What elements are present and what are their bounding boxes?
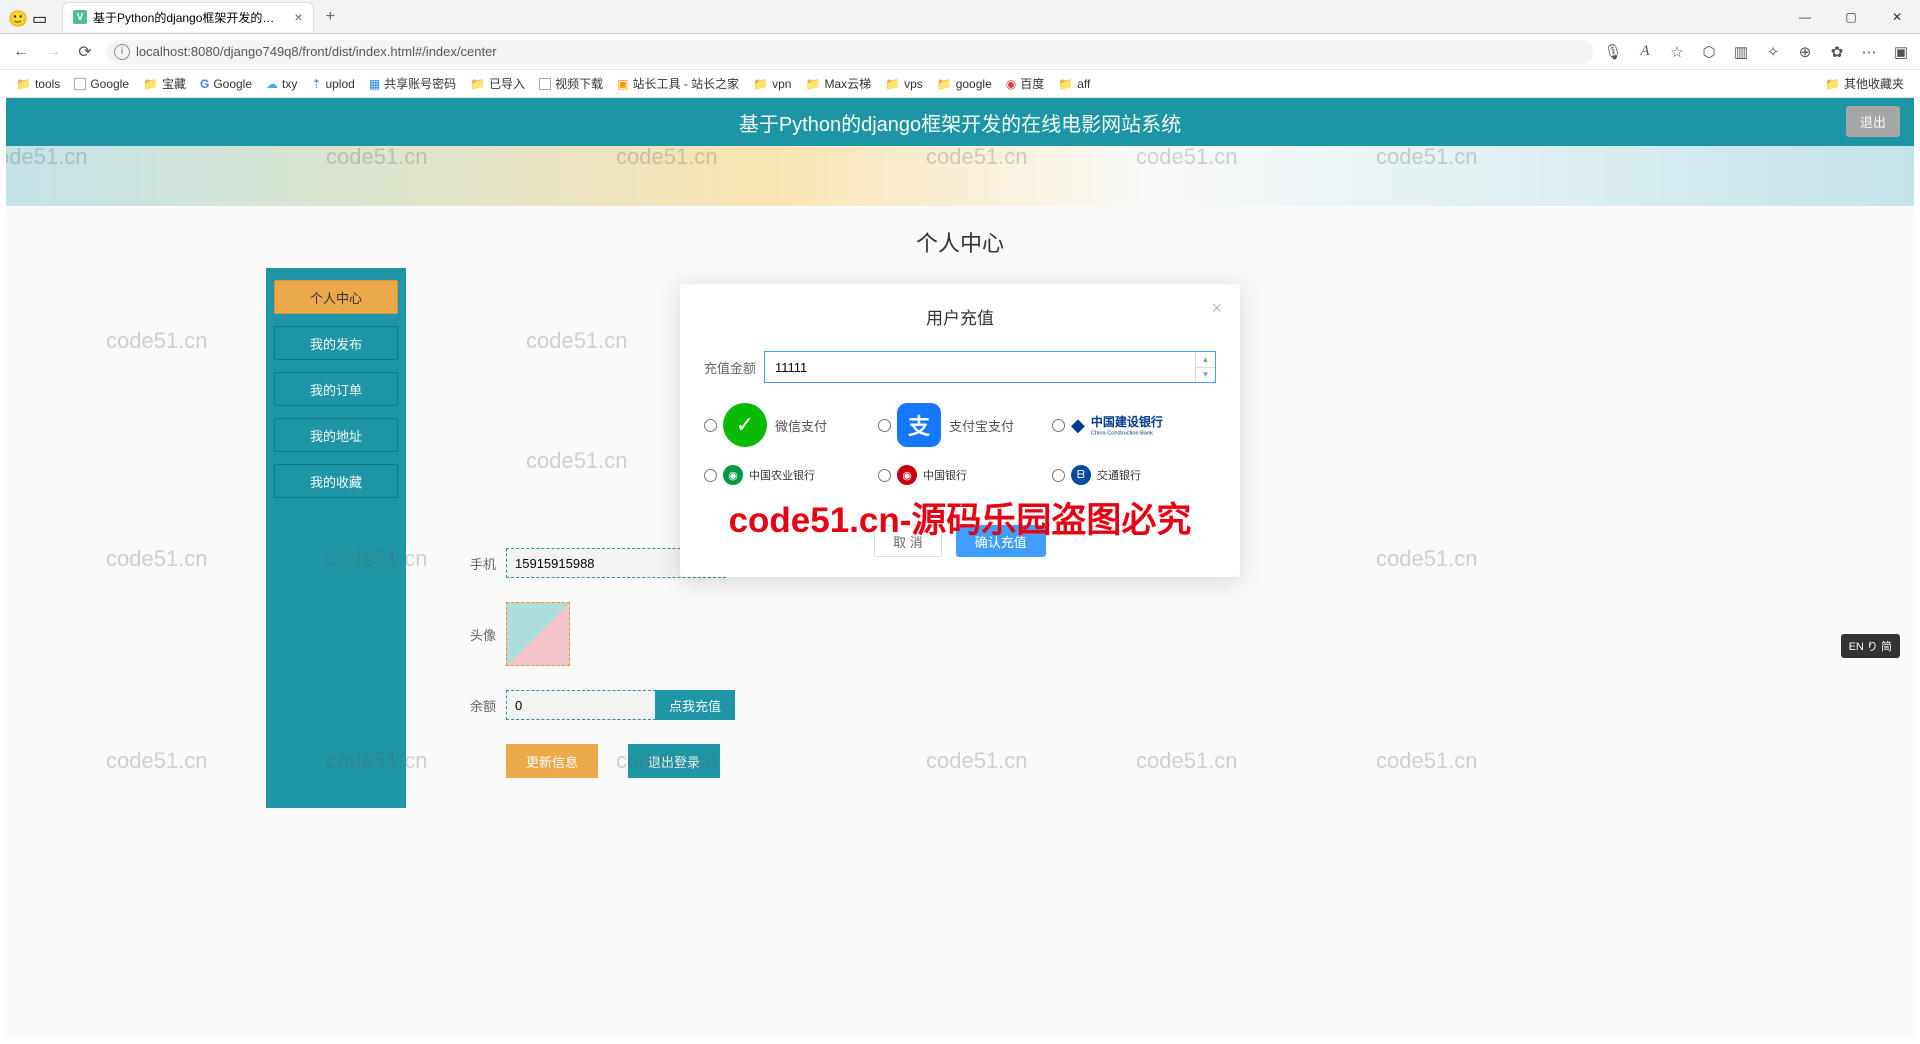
folder-icon: 📁 bbox=[1825, 77, 1840, 91]
bookmark-item[interactable]: 📁宝藏 bbox=[137, 73, 192, 94]
text-a-icon[interactable]: A bbox=[1636, 43, 1654, 61]
comm-icon: ᗷ bbox=[1071, 465, 1091, 485]
alipay-icon: 支 bbox=[897, 403, 941, 447]
payment-options: ✓ 微信支付 支 支付宝支付 ◆ 中国建设银行 China Constructi… bbox=[704, 403, 1216, 485]
tabs-icon[interactable]: ▭ bbox=[32, 9, 48, 25]
read-aloud-icon[interactable]: 🎙 bbox=[1604, 43, 1622, 61]
extension1-icon[interactable]: ⬡ bbox=[1700, 43, 1718, 61]
extension2-icon[interactable]: ✧ bbox=[1764, 43, 1782, 61]
boc-label: 中国银行 bbox=[923, 467, 967, 483]
folder-icon: 📁 bbox=[16, 77, 31, 91]
radio-wechat[interactable] bbox=[704, 419, 717, 432]
modal-title-text: 用户充值 bbox=[926, 309, 994, 328]
pay-option-alipay[interactable]: 支 支付宝支付 bbox=[878, 403, 1042, 447]
sidebar-icon[interactable]: ▣ bbox=[1892, 43, 1910, 61]
ime-badge[interactable]: EN り 简 bbox=[1841, 634, 1900, 658]
radio-ccb[interactable] bbox=[1052, 419, 1065, 432]
modal-close-icon[interactable]: × bbox=[1211, 298, 1222, 319]
folder-icon: 📁 bbox=[1058, 77, 1073, 91]
amount-down-icon[interactable]: ▼ bbox=[1195, 368, 1215, 383]
page-icon bbox=[539, 78, 551, 90]
bookmark-item[interactable]: 📁Max云梯 bbox=[799, 73, 877, 94]
back-button[interactable]: ← bbox=[10, 41, 32, 63]
radio-alipay[interactable] bbox=[878, 419, 891, 432]
folder-icon: 📁 bbox=[937, 77, 952, 91]
address-bar: ← → ⟳ i localhost:8080/django749q8/front… bbox=[0, 34, 1920, 70]
browser-tab[interactable]: V 基于Python的django框架开发的… × bbox=[62, 2, 314, 32]
site-info-icon[interactable]: i bbox=[114, 44, 130, 60]
radio-abc[interactable] bbox=[704, 469, 717, 482]
collections-icon[interactable]: ▥ bbox=[1732, 43, 1750, 61]
abc-icon: ◉ bbox=[723, 465, 743, 485]
abc-label: 中国农业银行 bbox=[749, 467, 815, 483]
url-field[interactable]: i localhost:8080/django749q8/front/dist/… bbox=[106, 40, 1594, 64]
bookmark-item[interactable]: 📁已导入 bbox=[464, 73, 531, 94]
tab-title: 基于Python的django框架开发的… bbox=[93, 9, 274, 26]
profile-icon[interactable]: 🙂 bbox=[8, 9, 24, 25]
forward-button[interactable]: → bbox=[42, 41, 64, 63]
uplod-icon: ⇡ bbox=[311, 77, 321, 91]
pay-option-abc[interactable]: ◉ 中国农业银行 bbox=[704, 465, 868, 485]
share-icon: ▦ bbox=[369, 77, 380, 91]
folder-icon: 📁 bbox=[805, 77, 820, 91]
extension3-icon[interactable]: ⊕ bbox=[1796, 43, 1814, 61]
amount-up-icon[interactable]: ▲ bbox=[1195, 352, 1215, 368]
bookmarks-bar: 📁tools Google 📁宝藏 GGoogle ☁txy ⇡uplod ▦共… bbox=[0, 70, 1920, 98]
folder-icon: 📁 bbox=[143, 77, 158, 91]
alipay-label: 支付宝支付 bbox=[949, 416, 1014, 435]
pay-option-ccb[interactable]: ◆ 中国建设银行 China Construction Bank bbox=[1052, 403, 1216, 447]
more-icon[interactable]: ⋯ bbox=[1860, 43, 1878, 61]
maximize-button[interactable]: ▢ bbox=[1828, 0, 1874, 34]
browser-titlebar: 🙂 ▭ V 基于Python的django框架开发的… × + — ▢ ✕ bbox=[0, 0, 1920, 34]
bookmark-item[interactable]: 📁tools bbox=[10, 75, 66, 93]
cloud-icon: ☁ bbox=[266, 77, 278, 91]
folder-icon: 📁 bbox=[470, 77, 485, 91]
watermark-big: code51.cn-源码乐园盗图必究 bbox=[729, 492, 1192, 543]
folder-icon: 📁 bbox=[885, 77, 900, 91]
bookmark-item[interactable]: 📁aff bbox=[1052, 75, 1096, 93]
refresh-button[interactable]: ⟳ bbox=[74, 41, 96, 63]
folder-icon: 📁 bbox=[753, 77, 768, 91]
url-text: localhost:8080/django749q8/front/dist/in… bbox=[136, 44, 497, 59]
pay-option-wechat[interactable]: ✓ 微信支付 bbox=[704, 403, 868, 447]
comm-label: 交通银行 bbox=[1097, 467, 1141, 483]
wechat-label: 微信支付 bbox=[775, 416, 827, 435]
page-icon bbox=[74, 78, 86, 90]
radio-boc[interactable] bbox=[878, 469, 891, 482]
baidu-icon: ◉ bbox=[1006, 77, 1016, 91]
bookmark-item[interactable]: ◉百度 bbox=[1000, 73, 1051, 94]
new-tab-button[interactable]: + bbox=[322, 8, 339, 26]
ccb-label: 中国建设银行 China Construction Bank bbox=[1091, 413, 1168, 437]
bookmark-item[interactable]: ☁txy bbox=[260, 75, 303, 93]
ccb-icon: ◆ bbox=[1071, 415, 1085, 436]
pay-option-boc[interactable]: ◉ 中国银行 bbox=[878, 465, 1042, 485]
other-bookmarks[interactable]: 📁其他收藏夹 bbox=[1819, 73, 1910, 94]
vue-favicon-icon: V bbox=[73, 10, 87, 24]
favorite-icon[interactable]: ☆ bbox=[1668, 43, 1686, 61]
bookmark-item[interactable]: GGoogle bbox=[194, 75, 258, 93]
pay-option-comm[interactable]: ᗷ 交通银行 bbox=[1052, 465, 1216, 485]
minimize-button[interactable]: — bbox=[1782, 0, 1828, 34]
bookmark-item[interactable]: 📁vpn bbox=[747, 75, 797, 93]
bookmark-item[interactable]: ▦共享账号密码 bbox=[363, 73, 462, 94]
site-icon: ▣ bbox=[617, 77, 628, 91]
bookmark-item[interactable]: 视频下载 bbox=[533, 73, 609, 94]
boc-icon: ◉ bbox=[897, 465, 917, 485]
bookmark-item[interactable]: Google bbox=[68, 75, 135, 93]
bookmark-item[interactable]: ▣站长工具 - 站长之家 bbox=[611, 73, 745, 94]
wechat-icon: ✓ bbox=[723, 403, 767, 447]
bookmark-item[interactable]: 📁google bbox=[931, 75, 998, 93]
page-viewport: 基于Python的django框架开发的在线电影网站系统 退出 个人中心 个人中… bbox=[6, 98, 1914, 1038]
google-icon: G bbox=[200, 77, 209, 91]
amount-input[interactable] bbox=[764, 351, 1216, 383]
bookmark-item[interactable]: ⇡uplod bbox=[305, 75, 360, 93]
tab-close-icon[interactable]: × bbox=[294, 9, 302, 25]
amount-label: 充值金额 bbox=[704, 358, 764, 377]
extension4-icon[interactable]: ✿ bbox=[1828, 43, 1846, 61]
radio-comm[interactable] bbox=[1052, 469, 1065, 482]
close-window-button[interactable]: ✕ bbox=[1874, 0, 1920, 34]
bookmark-item[interactable]: 📁vps bbox=[879, 75, 929, 93]
